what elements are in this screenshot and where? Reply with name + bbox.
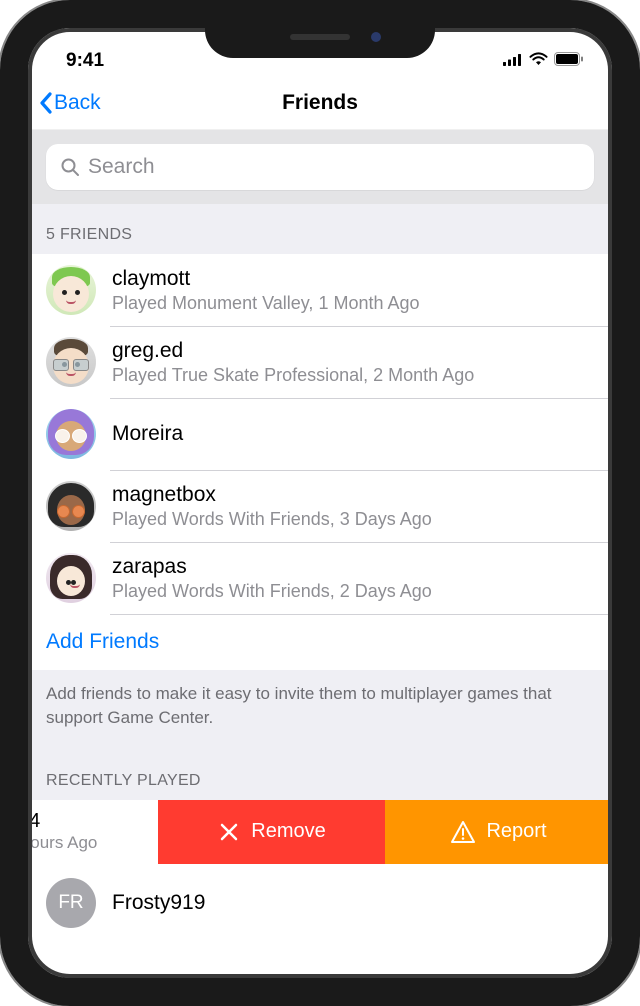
avatar: [46, 481, 96, 531]
friend-name: magnetbox: [112, 481, 594, 508]
content[interactable]: 5 FRIENDS claymott Played Monument Valle…: [28, 204, 612, 928]
back-label: Back: [54, 91, 101, 115]
friend-row[interactable]: greg.ed Played True Skate Professional, …: [28, 326, 612, 398]
close-icon: [217, 820, 241, 844]
warning-icon: [450, 820, 476, 844]
friend-subtitle: Played Words With Friends, 3 Days Ago: [112, 508, 594, 531]
add-friends-hint: Add friends to make it easy to invite th…: [28, 670, 612, 750]
friend-name: greg.ed: [112, 337, 594, 364]
avatar: [46, 553, 96, 603]
battery-icon: [554, 50, 584, 72]
search-field[interactable]: [46, 144, 594, 190]
swiped-name-fragment: 74: [28, 810, 158, 833]
remove-label: Remove: [251, 820, 325, 843]
screen: 9:41 Back Friends 5 FRIENDS claymott Pla…: [28, 28, 612, 1006]
avatar: [46, 265, 96, 315]
remove-button[interactable]: Remove: [158, 800, 385, 864]
friend-name: zarapas: [112, 553, 594, 580]
friend-row[interactable]: zarapas Played Words With Friends, 2 Day…: [28, 542, 612, 614]
friend-row[interactable]: magnetbox Played Words With Friends, 3 D…: [28, 470, 612, 542]
search-input[interactable]: [88, 155, 580, 179]
swiped-row[interactable]: 74 Hours Ago Remove Report: [28, 800, 612, 864]
chevron-left-icon: [38, 91, 54, 115]
recent-section-header: RECENTLY PLAYED: [28, 750, 612, 800]
swiped-sub-fragment: Hours Ago: [28, 833, 158, 853]
avatar-initials: FR: [46, 878, 96, 928]
friends-section-header: 5 FRIENDS: [28, 204, 612, 254]
cellular-icon: [503, 50, 523, 72]
page-title: Friends: [282, 91, 358, 115]
avatar: [46, 409, 96, 459]
friends-list: claymott Played Monument Valley, 1 Month…: [28, 254, 612, 614]
recent-row[interactable]: FR Frosty919: [28, 864, 612, 928]
add-friends-button[interactable]: Add Friends: [28, 614, 612, 670]
avatar: [46, 337, 96, 387]
report-button[interactable]: Report: [385, 800, 612, 864]
search-container: [28, 130, 612, 204]
search-icon: [60, 157, 80, 177]
wifi-icon: [529, 50, 548, 72]
friend-subtitle: Played Words With Friends, 2 Days Ago: [112, 580, 594, 603]
nav-bar: Back Friends: [28, 76, 612, 130]
friend-subtitle: Played True Skate Professional, 2 Month …: [112, 364, 594, 387]
friend-name: Moreira: [112, 420, 594, 447]
friend-row[interactable]: Moreira: [28, 398, 612, 470]
friend-subtitle: Played Monument Valley, 1 Month Ago: [112, 292, 594, 315]
recent-name: Frosty919: [112, 889, 594, 916]
friend-name: claymott: [112, 265, 594, 292]
phone-notch: [205, 10, 435, 58]
status-indicators: [503, 50, 584, 72]
swiped-row-content: 74 Hours Ago: [28, 800, 158, 864]
back-button[interactable]: Back: [28, 91, 101, 115]
report-label: Report: [486, 820, 546, 843]
friend-row[interactable]: claymott Played Monument Valley, 1 Month…: [28, 254, 612, 326]
status-time: 9:41: [66, 50, 104, 72]
